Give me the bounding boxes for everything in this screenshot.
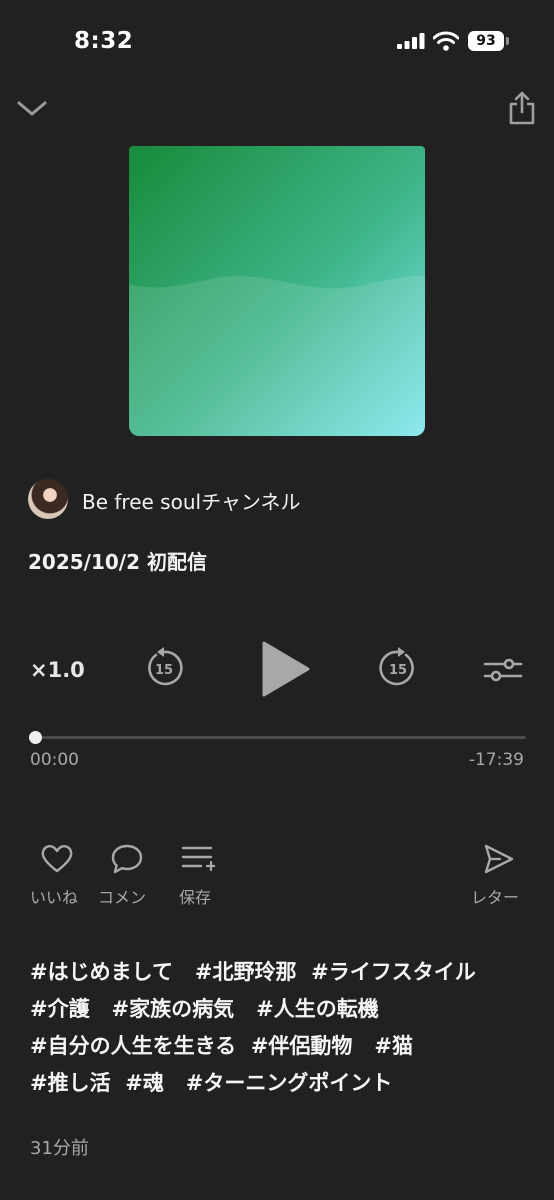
hashtag[interactable]: #ターニングポイント bbox=[186, 1071, 393, 1095]
battery-tip bbox=[506, 37, 509, 45]
hashtag[interactable]: #伴侶動物 bbox=[251, 1034, 353, 1058]
comment-bubble-icon bbox=[111, 844, 143, 874]
comment-label[interactable]: コメン bbox=[98, 884, 146, 908]
status-time: 8:32 bbox=[74, 28, 134, 54]
remaining-time: -17:39 bbox=[468, 750, 524, 770]
like-label[interactable]: いいね bbox=[30, 884, 78, 908]
save-button[interactable] bbox=[181, 842, 217, 880]
posted-time: 31分前 bbox=[30, 1138, 89, 1159]
hashtag-row: #はじめまして #北野玲那 #ライフスタイル bbox=[30, 954, 530, 991]
hashtag[interactable]: #魂 bbox=[125, 1071, 164, 1095]
hashtag[interactable]: #人生の転機 bbox=[256, 997, 379, 1021]
playlist-add-icon bbox=[181, 846, 217, 872]
hashtag-row: #推し活 #魂 #ターニングポイント bbox=[30, 1065, 530, 1102]
hashtag-row: #介護 #家族の病気 #人生の転機 bbox=[30, 991, 530, 1028]
hashtag[interactable]: #北野玲那 bbox=[195, 960, 297, 984]
hashtag[interactable]: #ライフスタイル bbox=[311, 960, 476, 984]
progress-track[interactable] bbox=[30, 736, 526, 739]
skip-forward-seconds: 15 bbox=[389, 663, 407, 678]
hashtag-row: #自分の人生を生きる #伴侶動物 #猫 bbox=[30, 1028, 530, 1065]
letter-label[interactable]: レター bbox=[471, 884, 519, 908]
skip-back-button[interactable]: 15 bbox=[144, 646, 184, 690]
settings-sliders-icon[interactable] bbox=[483, 654, 523, 686]
episode-artwork bbox=[129, 146, 425, 436]
chevron-down-icon[interactable] bbox=[16, 96, 48, 120]
play-icon[interactable] bbox=[260, 640, 312, 698]
rewind-icon: 15 bbox=[148, 647, 183, 686]
progress-thumb[interactable] bbox=[29, 731, 42, 744]
battery-indicator: 93 bbox=[468, 31, 504, 51]
heart-icon bbox=[41, 845, 73, 873]
forward-icon: 15 bbox=[379, 647, 414, 686]
skip-forward-button[interactable]: 15 bbox=[378, 646, 418, 690]
skip-back-seconds: 15 bbox=[155, 663, 173, 678]
elapsed-time: 00:00 bbox=[30, 750, 79, 770]
cellular-signal-icon bbox=[397, 33, 425, 49]
hashtag[interactable]: #猫 bbox=[374, 1034, 413, 1058]
hashtag[interactable]: #自分の人生を生きる bbox=[30, 1034, 236, 1058]
save-label[interactable]: 保存 bbox=[179, 884, 211, 908]
hashtag[interactable]: #家族の病気 bbox=[112, 997, 235, 1021]
hashtag[interactable]: #介護 bbox=[30, 997, 90, 1021]
send-icon bbox=[484, 844, 514, 874]
hashtag-list: #はじめまして #北野玲那 #ライフスタイル #介護 #家族の病気 #人生の転機… bbox=[30, 954, 530, 1102]
release-date: 2025/10/2 初配信 bbox=[28, 550, 207, 574]
playback-speed-button[interactable]: ×1.0 bbox=[30, 658, 85, 682]
hashtag[interactable]: #推し活 bbox=[30, 1071, 111, 1095]
comment-button[interactable] bbox=[110, 842, 144, 880]
share-icon[interactable] bbox=[507, 90, 537, 126]
channel-avatar[interactable] bbox=[28, 479, 68, 519]
like-button[interactable] bbox=[40, 842, 74, 880]
wifi-icon bbox=[433, 31, 459, 51]
letter-button[interactable] bbox=[482, 842, 516, 880]
hashtag[interactable]: #はじめまして bbox=[30, 960, 173, 984]
channel-name[interactable]: Be free soulチャンネル bbox=[82, 486, 300, 515]
